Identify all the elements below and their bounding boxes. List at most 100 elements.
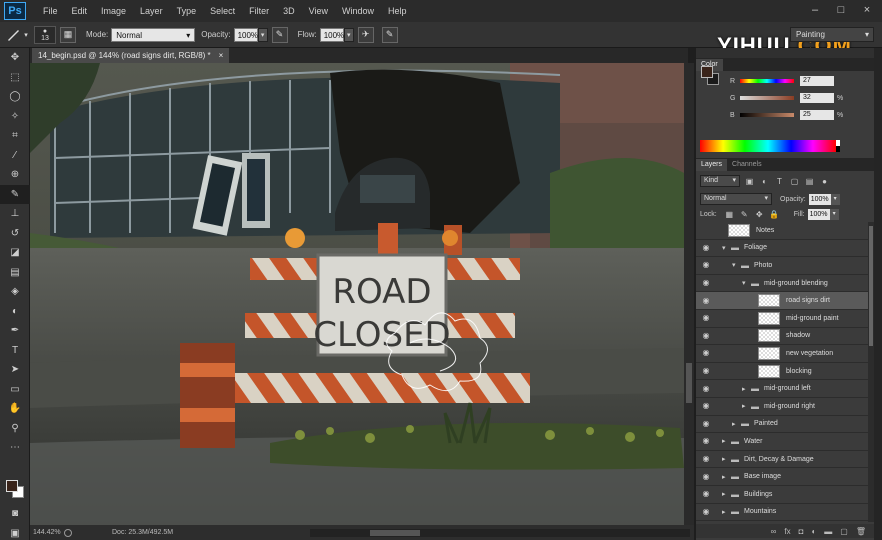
visibility-eye-icon[interactable]: ◉ [700,489,712,499]
maximize-button[interactable]: □ [834,0,848,20]
flow-dropdown-arrow[interactable]: ▾ [343,27,354,42]
visibility-eye-icon[interactable]: ◉ [700,366,712,376]
marquee-tool-icon[interactable]: ⬚ [0,68,30,88]
opacity-dropdown-arrow[interactable]: ▾ [257,27,268,42]
panel-collapse-strip[interactable] [874,48,882,540]
layer-row[interactable]: ◉ road signs dirt [696,292,868,310]
expand-arrow-icon[interactable]: ▸ [742,385,746,393]
blur-tool-icon[interactable]: ◈ [0,282,30,302]
crop-tool-icon[interactable]: ⌗ [0,126,30,146]
visibility-eye-icon[interactable]: ◉ [700,260,712,270]
expand-arrow-icon[interactable]: ▸ [722,508,726,516]
fill-input[interactable]: 100% [807,209,830,220]
new-layer-icon[interactable]: ▢ [840,527,848,536]
visibility-eye-icon[interactable]: ◉ [700,384,712,394]
layer-thumbnail[interactable] [758,311,780,325]
layer-row[interactable]: ◉ shadow [696,328,868,346]
brightness-track[interactable] [740,113,794,117]
visibility-eye-icon[interactable]: ◉ [700,243,712,253]
collapse-arrow-icon[interactable]: ▾ [722,244,726,252]
document-canvas[interactable]: ROAD CLOSED [30,63,684,525]
brush-panel-toggle-icon[interactable]: ▦ [60,26,76,43]
black-white-swatch[interactable] [836,140,840,152]
zoom-tool-icon[interactable]: ⚲ [0,419,30,439]
visibility-eye-icon[interactable]: ◉ [700,419,712,429]
scroll-thumb[interactable] [370,530,420,536]
layer-thumbnail[interactable] [758,346,780,360]
visibility-eye-icon[interactable]: ◉ [700,507,712,517]
document-tab[interactable]: 14_begin.psd @ 144% (road signs dirt, RG… [32,48,230,63]
layer-thumbnail[interactable] [728,223,750,237]
expand-arrow-icon[interactable]: ▸ [742,402,746,410]
visibility-eye-icon[interactable]: ◉ [700,278,712,288]
dodge-tool-icon[interactable]: ◐ [0,302,30,322]
expand-arrow-icon[interactable]: ▸ [732,420,736,428]
close-icon[interactable]: × [219,48,224,63]
tab-layers[interactable]: Layers [696,159,728,171]
menu-image[interactable]: Image [94,0,133,22]
layer-row[interactable]: ◉ new vegetation [696,345,868,363]
new-group-icon[interactable]: ▬ [824,527,832,536]
mask-icon[interactable]: ◘ [799,527,804,536]
layer-row[interactable]: Notes [696,222,868,240]
pen-tool-icon[interactable]: ✒ [0,321,30,341]
expand-arrow-icon[interactable]: ▸ [722,437,726,445]
minimize-button[interactable]: – [808,0,822,20]
collapse-arrow-icon[interactable]: ▾ [732,261,736,269]
visibility-eye-icon[interactable] [700,225,712,235]
canvas-horizontal-scrollbar[interactable] [310,529,690,537]
layer-group-row[interactable]: ◉ ▸ ▬ Water [696,433,868,451]
quick-select-tool-icon[interactable]: ✧ [0,107,30,127]
visibility-eye-icon[interactable]: ◉ [700,454,712,464]
brush-size-picker[interactable]: ● 13 [34,25,56,44]
brush-tool-icon[interactable]: ✎ [0,184,30,204]
shape-filter-icon[interactable]: ▢ [789,176,800,187]
layer-group-row[interactable]: ◉ ▸ ▬ Painted [696,416,868,434]
layer-group-row[interactable]: ◉ ▸ ▬ Mountains [696,504,868,522]
extra-tools-icon[interactable]: ⋯ [0,438,30,458]
slider-value[interactable]: 25 [800,110,834,120]
visibility-eye-icon[interactable]: ◉ [700,472,712,482]
saturation-track[interactable] [740,96,794,100]
color-slider-g[interactable]: G 32 % [730,93,843,103]
lock-pixels-icon[interactable]: ✎ [739,209,750,220]
layer-group-row[interactable]: ◉ ▸ ▬ Dirt, Decay & Damage [696,451,868,469]
mode-select[interactable]: Normal ▾ [111,27,196,42]
type-filter-icon[interactable]: T [774,176,785,187]
adjustment-filter-icon[interactable]: ◐ [759,176,770,187]
layer-opacity-arrow[interactable]: ▾ [830,193,840,205]
layer-group-row[interactable]: ◉ ▸ ▬ mid-ground right [696,398,868,416]
move-tool-icon[interactable]: ✥ [0,48,30,68]
visibility-eye-icon[interactable]: ◉ [700,296,712,306]
layer-group-row[interactable]: ◉ ▸ ▬ Buildings [696,486,868,504]
blend-mode-select[interactable]: Normal ▾ [700,193,772,205]
close-window-button[interactable]: × [860,0,874,20]
status-info-icon[interactable] [64,528,72,537]
expand-arrow-icon[interactable]: ▸ [722,455,726,463]
canvas-vertical-scrollbar[interactable] [684,63,694,525]
layer-group-row[interactable]: ◉ ▸ ▬ Base image [696,468,868,486]
visibility-eye-icon[interactable]: ◉ [700,348,712,358]
visibility-eye-icon[interactable]: ◉ [700,436,712,446]
layer-row[interactable]: ◉ blocking [696,363,868,381]
airbrush-icon[interactable]: ✈ [357,26,374,43]
path-selection-tool-icon[interactable]: ➤ [0,360,30,380]
brush-tool-preset-icon[interactable]: ▾ [0,25,34,45]
menu-select[interactable]: Select [203,0,242,22]
lock-all-icon[interactable]: 🔒 [769,209,780,220]
smart-object-filter-icon[interactable]: ▤ [804,176,815,187]
foreground-color-swatch[interactable] [6,480,18,492]
filter-toggle-icon[interactable]: ● [819,176,830,187]
scroll-thumb[interactable] [869,226,873,346]
visibility-eye-icon[interactable]: ◉ [700,313,712,323]
fill-arrow[interactable]: ▾ [829,209,839,220]
hand-tool-icon[interactable]: ✋ [0,399,30,419]
eraser-tool-icon[interactable]: ◪ [0,243,30,263]
visibility-eye-icon[interactable]: ◉ [700,401,712,411]
flow-input[interactable]: 100% [319,27,344,42]
clone-stamp-tool-icon[interactable]: ⊥ [0,204,30,224]
gradient-tool-icon[interactable]: ▤ [0,263,30,283]
tab-channels[interactable]: Channels [727,159,767,171]
layer-group-row[interactable]: ◉ ▾ ▬ mid-ground blending [696,275,868,293]
screen-mode-icon[interactable]: ▣ [0,524,30,540]
